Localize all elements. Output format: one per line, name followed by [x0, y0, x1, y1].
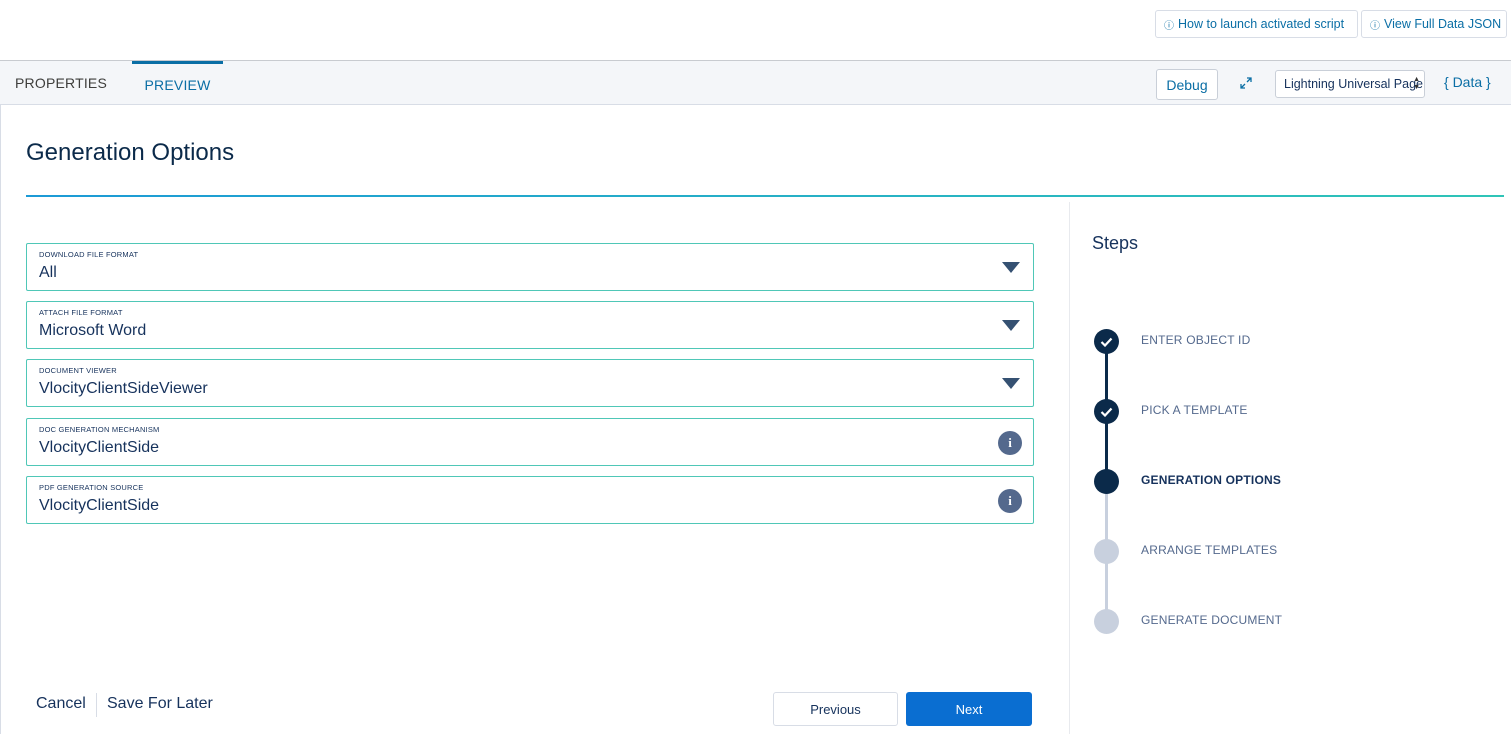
field-value: All	[39, 264, 57, 281]
info-icon[interactable]: i	[998, 431, 1022, 455]
field-label: DOWNLOAD FILE FORMAT	[39, 250, 139, 259]
attach-file-format-select[interactable]: ATTACH FILE FORMAT Microsoft Word	[26, 301, 1034, 349]
layout-select-value: Lightning Universal Page	[1284, 77, 1423, 91]
step-label: GENERATE DOCUMENT	[1141, 613, 1283, 627]
select-arrows-icon: ▲ ▼	[1413, 76, 1420, 91]
next-button[interactable]: Next	[906, 692, 1032, 726]
tab-properties[interactable]: PROPERTIES	[15, 61, 107, 105]
save-for-later-link[interactable]: Save For Later	[107, 695, 213, 713]
top-bar: ⓘ How to launch activated script ⓘ View …	[0, 0, 1511, 61]
field-value: VlocityClientSide	[39, 497, 160, 514]
caret-down-icon[interactable]	[1002, 378, 1020, 389]
caret-down-icon[interactable]	[1002, 320, 1020, 331]
doc-generation-mechanism-field[interactable]: DOC GENERATION MECHANISM VlocityClientSi…	[26, 418, 1034, 466]
step-complete-check-icon	[1094, 399, 1119, 424]
info-circle-icon: ⓘ	[1370, 20, 1380, 32]
view-full-json-label: View Full Data JSON	[1384, 17, 1502, 31]
info-icon[interactable]: i	[998, 489, 1022, 513]
data-json-link[interactable]: { Data }	[1444, 74, 1491, 90]
step-label: ENTER OBJECT ID	[1141, 333, 1251, 347]
expand-icon[interactable]	[1238, 75, 1254, 91]
debug-button[interactable]: Debug	[1156, 69, 1218, 100]
step-active-dot	[1094, 469, 1119, 494]
document-viewer-select[interactable]: DOCUMENT VIEWER VlocityClientSideViewer	[26, 359, 1034, 407]
download-file-format-select[interactable]: DOWNLOAD FILE FORMAT All	[26, 243, 1034, 291]
tab-preview[interactable]: PREVIEW	[132, 61, 223, 105]
step-pending-dot	[1094, 609, 1119, 634]
title-divider	[26, 195, 1504, 197]
view-full-json-button[interactable]: ⓘ View Full Data JSON	[1361, 10, 1507, 38]
designer-tab-bar: PROPERTIES PREVIEW Debug Lightning Unive…	[0, 61, 1511, 105]
info-circle-icon: ⓘ	[1164, 20, 1174, 32]
caret-down-icon[interactable]	[1002, 262, 1020, 273]
previous-button[interactable]: Previous	[773, 692, 898, 726]
expand-arrows-icon	[1240, 77, 1252, 89]
step-pending-dot	[1094, 539, 1119, 564]
field-label: ATTACH FILE FORMAT	[39, 308, 123, 317]
pdf-generation-source-field[interactable]: PDF GENERATION SOURCE VlocityClientSide …	[26, 476, 1034, 524]
field-value: VlocityClientSide	[39, 439, 160, 456]
field-label: DOCUMENT VIEWER	[39, 366, 117, 375]
field-label: PDF GENERATION SOURCE	[39, 483, 144, 492]
step-label: PICK A TEMPLATE	[1141, 403, 1248, 417]
cancel-link[interactable]: Cancel	[36, 695, 86, 713]
steps-panel: Steps ENTER OBJECT ID PICK A TEMPLATE GE…	[1069, 202, 1511, 734]
step-label: ARRANGE TEMPLATES	[1141, 543, 1278, 557]
launch-script-help-label: How to launch activated script	[1178, 17, 1345, 31]
launch-script-help-button[interactable]: ⓘ How to launch activated script	[1155, 10, 1358, 38]
footer-divider	[96, 693, 97, 717]
step-label: GENERATION OPTIONS	[1141, 473, 1282, 487]
step-complete-check-icon	[1094, 329, 1119, 354]
field-label: DOC GENERATION MECHANISM	[39, 425, 160, 434]
field-value: VlocityClientSideViewer	[39, 380, 208, 397]
field-value: Microsoft Word	[39, 322, 147, 339]
preview-content: Generation Options DOWNLOAD FILE FORMAT …	[0, 105, 1511, 734]
steps-title: Steps	[1092, 233, 1139, 253]
page-title: Generation Options	[26, 139, 235, 166]
layout-select[interactable]: Lightning Universal Page ▲ ▼	[1275, 70, 1425, 98]
